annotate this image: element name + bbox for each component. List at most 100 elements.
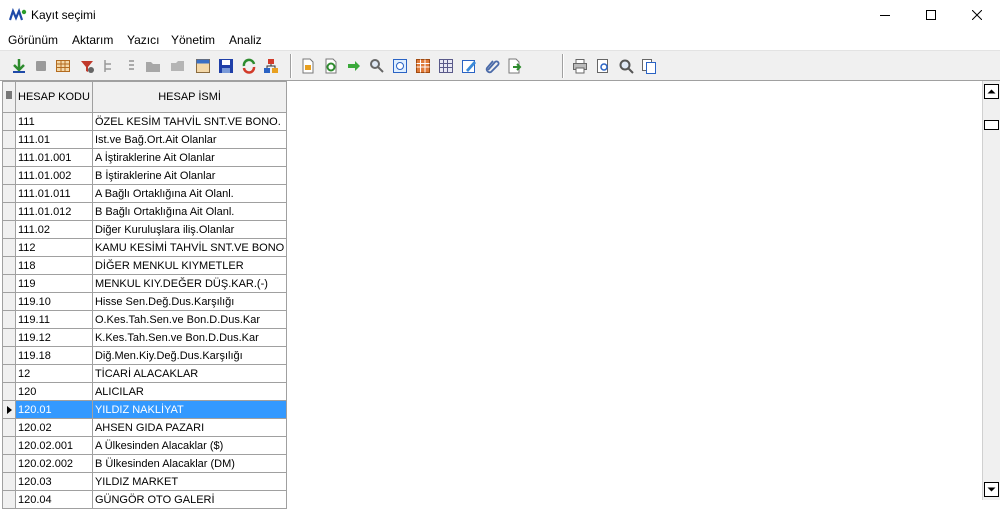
cell-account-name[interactable]: O.Kes.Tah.Sen.ve Bon.D.Dus.Kar — [91, 310, 288, 329]
menu-yonetim[interactable]: Yönetim — [171, 33, 215, 47]
cell-account-code[interactable]: 120.02.002 — [15, 454, 93, 473]
row-indicator[interactable] — [2, 472, 16, 491]
row-indicator[interactable] — [2, 328, 16, 347]
cell-account-code[interactable]: 120.02 — [15, 418, 93, 437]
cell-account-code[interactable]: 12 — [15, 364, 93, 383]
row-indicator[interactable] — [2, 148, 16, 167]
cell-account-name[interactable]: K.Kes.Tah.Sen.ve Bon.D.Dus.Kar — [91, 328, 288, 347]
row-indicator[interactable] — [2, 292, 16, 311]
close-button[interactable] — [954, 0, 1000, 30]
scroll-down-button[interactable] — [984, 482, 999, 497]
cell-account-code[interactable]: 119.18 — [15, 346, 93, 365]
table-row[interactable]: 111.02 Diğer Kuruluşlara iliş.Olanlar — [2, 220, 288, 239]
vertical-scrollbar[interactable] — [982, 81, 1000, 500]
column-header-name[interactable]: HESAP İSMİ — [91, 81, 288, 113]
cell-account-code[interactable]: 119 — [15, 274, 93, 293]
table-row[interactable]: 112 KAMU KESİMİ TAHVİL SNT.VE BONO — [2, 238, 288, 257]
table-row[interactable]: 12 TİCARİ ALACAKLAR — [2, 364, 288, 383]
cell-account-code[interactable]: 111.01.001 — [15, 148, 93, 167]
row-indicator[interactable] — [2, 238, 16, 257]
row-indicator[interactable] — [2, 130, 16, 149]
indent-icon[interactable] — [123, 58, 139, 74]
cell-account-code[interactable]: 120.02.001 — [15, 436, 93, 455]
table-row[interactable]: 111.01 Ist.ve Bağ.Ort.Ait Olanlar — [2, 130, 288, 149]
grid-icon[interactable] — [195, 58, 211, 74]
table-view-icon[interactable] — [55, 58, 71, 74]
cell-account-name[interactable]: A İştiraklerine Ait Olanlar — [91, 148, 288, 167]
folder-icon[interactable] — [145, 58, 161, 74]
zoom-icon[interactable] — [618, 58, 634, 74]
scroll-thumb[interactable] — [984, 120, 999, 130]
calendar-icon[interactable] — [415, 58, 431, 74]
print-preview-icon[interactable] — [392, 58, 408, 74]
cell-account-code[interactable]: 112 — [15, 238, 93, 257]
table-grid-icon[interactable] — [438, 58, 454, 74]
table-row[interactable]: 111 ÖZEL KESİM TAHVİL SNT.VE BONO. — [2, 112, 288, 131]
sync-icon[interactable] — [323, 58, 339, 74]
column-header-code[interactable]: HESAP KODU — [15, 81, 93, 113]
menu-gorunum[interactable]: Görünüm — [8, 33, 58, 47]
cell-account-name[interactable]: ÖZEL KESİM TAHVİL SNT.VE BONO. — [91, 112, 288, 131]
table-row[interactable]: 111.01.011 A Bağlı Ortaklığına Ait Olanl. — [2, 184, 288, 203]
export-icon[interactable] — [507, 58, 523, 74]
table-row[interactable]: 120.01 YILDIZ NAKLİYAT — [2, 400, 288, 419]
row-indicator[interactable] — [2, 220, 16, 239]
cell-account-code[interactable]: 111.02 — [15, 220, 93, 239]
cell-account-code[interactable]: 120 — [15, 382, 93, 401]
table-row[interactable]: 111.01.001 A İştiraklerine Ait Olanlar — [2, 148, 288, 167]
row-indicator[interactable] — [2, 436, 16, 455]
cell-account-code[interactable]: 111.01.002 — [15, 166, 93, 185]
row-indicator[interactable] — [2, 364, 16, 383]
cell-account-name[interactable]: A Bağlı Ortaklığına Ait Olanl. — [91, 184, 288, 203]
copy-icon[interactable] — [641, 58, 657, 74]
table-row[interactable]: 119.10 Hisse Sen.Değ.Dus.Karşılığı — [2, 292, 288, 311]
cell-account-code[interactable]: 120.03 — [15, 472, 93, 491]
scroll-up-button[interactable] — [984, 84, 999, 99]
cell-account-name[interactable]: Diğ.Men.Kiy.Değ.Dus.Karşılığı — [91, 346, 288, 365]
cell-account-code[interactable]: 119.11 — [15, 310, 93, 329]
row-indicator[interactable] — [2, 382, 16, 401]
cell-account-name[interactable]: YILDIZ NAKLİYAT — [91, 400, 288, 419]
go-arrow-icon[interactable] — [346, 58, 362, 74]
cell-account-code[interactable]: 119.12 — [15, 328, 93, 347]
print-icon[interactable] — [572, 58, 588, 74]
cell-account-name[interactable]: AHSEN GIDA PAZARI — [91, 418, 288, 437]
row-indicator[interactable] — [2, 310, 16, 329]
cell-account-code[interactable]: 111.01 — [15, 130, 93, 149]
menu-aktarim[interactable]: Aktarım — [72, 33, 113, 47]
maximize-button[interactable] — [908, 0, 954, 30]
cell-account-name[interactable]: A Ülkesinden Alacaklar ($) — [91, 436, 288, 455]
tree-icon[interactable] — [101, 58, 117, 74]
cell-account-code[interactable]: 111.01.011 — [15, 184, 93, 203]
cell-account-code[interactable]: 120.01 — [15, 400, 93, 419]
cell-account-code[interactable]: 111.01.012 — [15, 202, 93, 221]
table-row[interactable]: 118 DİĞER MENKUL KIYMETLER — [2, 256, 288, 275]
row-indicator[interactable] — [2, 184, 16, 203]
disabled-icon[interactable] — [33, 58, 49, 74]
find-icon[interactable] — [369, 58, 385, 74]
table-row[interactable]: 119.12 K.Kes.Tah.Sen.ve Bon.D.Dus.Kar — [2, 328, 288, 347]
row-indicator[interactable] — [2, 454, 16, 473]
cell-account-name[interactable]: MENKUL KIY.DEĞER DÜŞ.KAR.(-) — [91, 274, 288, 293]
document-icon[interactable] — [300, 58, 316, 74]
cell-account-name[interactable]: Ist.ve Bağ.Ort.Ait Olanlar — [91, 130, 288, 149]
table-row[interactable]: 120.02.002 B Ülkesinden Alacaklar (DM) — [2, 454, 288, 473]
save-icon[interactable] — [218, 58, 234, 74]
row-indicator[interactable] — [2, 346, 16, 365]
cell-account-name[interactable]: TİCARİ ALACAKLAR — [91, 364, 288, 383]
attach-icon[interactable] — [484, 58, 500, 74]
table-row[interactable]: 120 ALICILAR — [2, 382, 288, 401]
menu-analiz[interactable]: Analiz — [229, 33, 262, 47]
table-row[interactable]: 120.02.001 A Ülkesinden Alacaklar ($) — [2, 436, 288, 455]
row-indicator[interactable] — [2, 166, 16, 185]
cell-account-code[interactable]: 118 — [15, 256, 93, 275]
cell-account-name[interactable]: ALICILAR — [91, 382, 288, 401]
cell-account-name[interactable]: YILDIZ MARKET — [91, 472, 288, 491]
table-row[interactable]: 119.18 Diğ.Men.Kiy.Değ.Dus.Karşılığı — [2, 346, 288, 365]
row-indicator[interactable] — [2, 112, 16, 131]
row-indicator[interactable] — [2, 418, 16, 437]
row-indicator[interactable] — [2, 256, 16, 275]
cell-account-name[interactable]: B Ülkesinden Alacaklar (DM) — [91, 454, 288, 473]
grid-menu-button[interactable] — [2, 81, 16, 113]
refresh-icon[interactable] — [241, 58, 257, 74]
